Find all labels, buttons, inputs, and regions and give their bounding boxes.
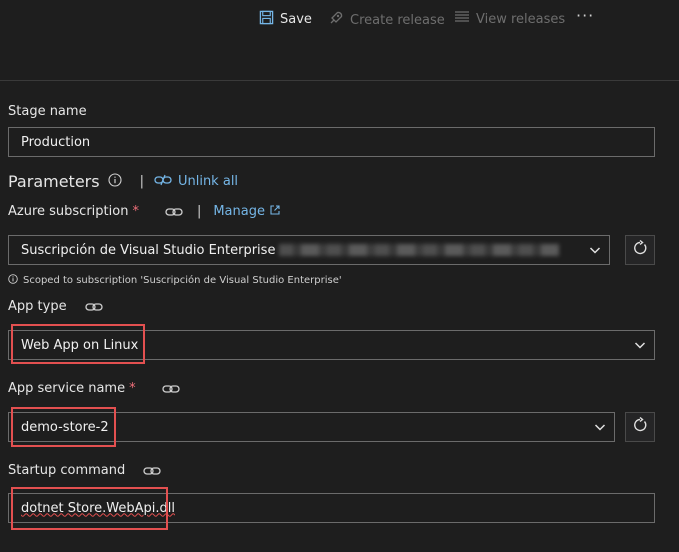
highlight-box	[11, 407, 116, 447]
info-icon	[8, 274, 18, 287]
link-icon[interactable]	[143, 465, 161, 477]
view-releases-button[interactable]: View releases	[454, 10, 565, 28]
stage-name-value: Production	[21, 134, 91, 150]
create-release-label: Create release	[350, 12, 445, 28]
link-icon[interactable]	[165, 206, 183, 218]
unlink-all-button[interactable]: Unlink all	[154, 174, 238, 190]
separator: |	[196, 204, 202, 219]
save-icon	[259, 10, 274, 29]
parameters-title: Parameters	[8, 172, 100, 191]
highlight-box	[11, 487, 168, 530]
azure-subscription-value: Suscripción de Visual Studio Enterprise	[21, 242, 276, 258]
separator: |	[139, 174, 144, 189]
refresh-subscription-button[interactable]	[625, 235, 655, 265]
stage-name-label: Stage name	[8, 104, 87, 119]
app-service-name-label: App service name	[8, 381, 126, 396]
refresh-app-service-button[interactable]	[625, 412, 655, 442]
refresh-icon	[632, 416, 648, 437]
refresh-icon	[632, 239, 648, 260]
info-icon[interactable]	[108, 172, 122, 191]
highlight-box	[11, 324, 145, 364]
toolbar: Save Create release View releases ···	[0, 0, 679, 36]
toolbar-divider	[0, 80, 679, 81]
save-label: Save	[280, 12, 312, 27]
unlink-all-label: Unlink all	[177, 174, 239, 189]
azure-subscription-label: Azure subscription	[8, 204, 129, 219]
startup-command-label-row: Startup command	[8, 463, 161, 478]
stage-name-input[interactable]: Production	[8, 127, 655, 157]
create-release-button[interactable]: Create release	[328, 10, 445, 30]
azure-subscription-select[interactable]: Suscripción de Visual Studio Enterprise	[8, 235, 610, 265]
more-options-button[interactable]: ···	[576, 6, 594, 25]
view-releases-label: View releases	[476, 11, 566, 27]
save-button[interactable]: Save	[259, 10, 312, 29]
manage-label: Manage	[213, 204, 265, 219]
required-marker: *	[132, 204, 139, 219]
link-icon[interactable]	[84, 301, 103, 313]
app-type-label-row: App type	[8, 299, 103, 314]
required-marker: *	[129, 381, 136, 396]
chevron-down-icon	[589, 244, 601, 260]
list-icon	[454, 10, 470, 28]
unlink-icon	[154, 174, 172, 190]
redacted-subscription-id	[279, 244, 560, 256]
manage-link[interactable]: Manage	[213, 204, 280, 219]
startup-command-label: Startup command	[8, 463, 126, 478]
chevron-down-icon	[634, 339, 646, 355]
scope-note: Scoped to subscription 'Suscripción de V…	[8, 274, 342, 287]
link-icon[interactable]	[161, 383, 180, 395]
external-link-icon	[270, 204, 280, 219]
app-service-name-label-row: App service name *	[8, 381, 180, 396]
rocket-icon	[328, 10, 344, 30]
scope-note-text: Scoped to subscription 'Suscripción de V…	[23, 275, 342, 286]
azure-subscription-label-row: Azure subscription * | Manage	[8, 204, 280, 219]
parameters-header: Parameters | Unlink all	[8, 172, 238, 191]
app-type-label: App type	[8, 299, 67, 314]
chevron-down-icon	[594, 421, 606, 437]
